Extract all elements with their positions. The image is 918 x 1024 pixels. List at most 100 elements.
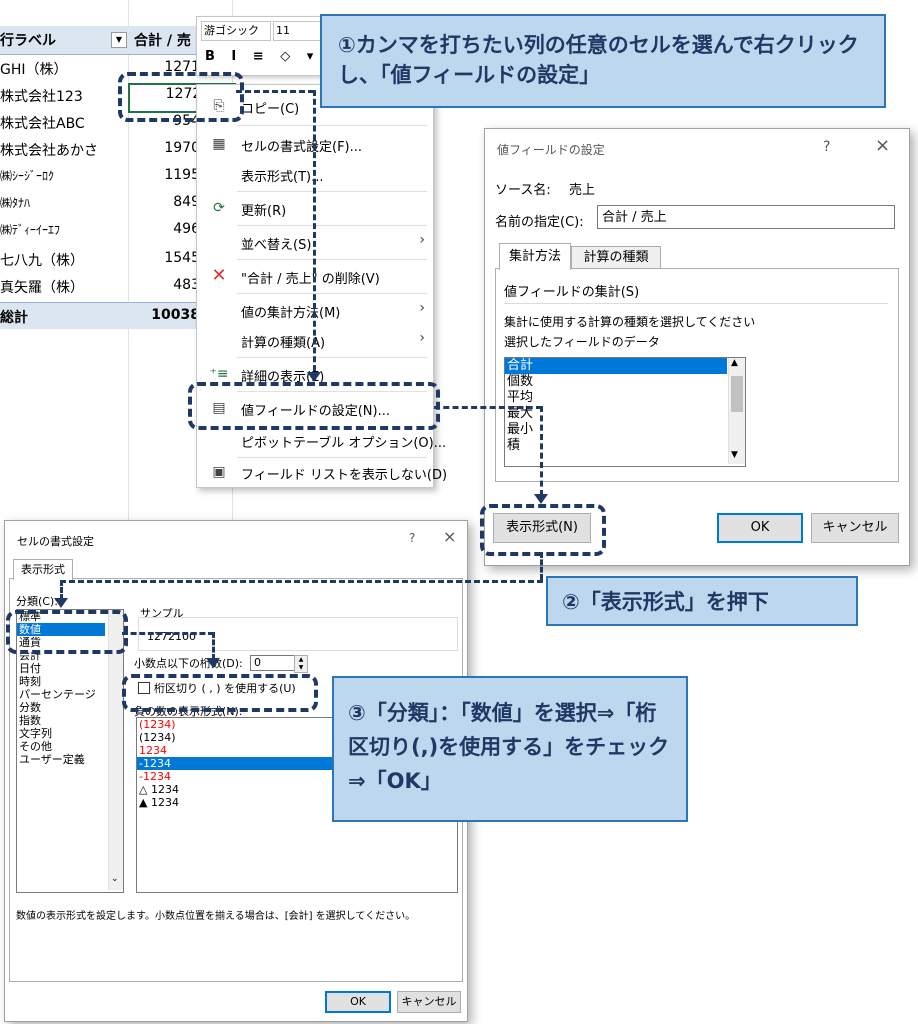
tab-summarize-by[interactable]: 集計方法 [499, 243, 571, 270]
chevron-right-icon: › [419, 300, 425, 316]
desc-text: 集計に使用する計算の種類を選択してください [504, 315, 756, 329]
highlight-selected-cell [118, 72, 244, 122]
connector-line [434, 406, 542, 409]
spin-button-icon[interactable]: ▲ ▼ [294, 655, 308, 673]
format-tools[interactable]: B I ≡ ◇ ▾ [205, 49, 319, 64]
callout-step1: ①カンマを打ちたい列の任意のセルを選んで右クリックし、「値フィールドの設定」 [320, 14, 886, 108]
pivot-total-row: 総計 10038 [0, 302, 200, 329]
menu-label: 更新(R) [241, 204, 287, 219]
pivot-row[interactable]: 七八九（株） 1545 [0, 246, 200, 273]
font-size-box[interactable]: 11 [273, 21, 321, 41]
row-label: 七八九（株） [0, 253, 84, 269]
row-labels-header: 行ラベル [0, 33, 56, 49]
chevron-right-icon: › [419, 330, 425, 346]
row-label: 株式会社あかさ [0, 143, 98, 159]
filter-dropdown-icon[interactable]: ▼ [111, 32, 127, 48]
decimal-places-input[interactable]: 0 [250, 655, 295, 671]
menu-label: ピボットテーブル オプション(O)... [241, 436, 447, 451]
menu-label: コピー(C) [241, 102, 300, 117]
arrow-down-icon [534, 494, 548, 504]
close-icon[interactable]: × [443, 527, 456, 546]
row-value: 1970 [164, 140, 200, 156]
menu-label: フィールド リストを表示しない(D) [241, 468, 448, 483]
pivot-row[interactable]: ㈱ﾀﾅﾊ 849 [0, 190, 200, 217]
description-text: 数値の表示形式を設定します。小数点位置を揃える場合は、[会計] を選択してくださ… [16, 911, 416, 922]
custom-name-input[interactable]: 合計 / 売上 [597, 205, 895, 229]
total-value: 10038 [151, 307, 200, 323]
row-value: 483 [173, 277, 200, 293]
list-item[interactable]: 平均 [505, 390, 745, 406]
menu-item-hide-field-list[interactable]: ▣ フィールド リストを表示しない(D) [197, 457, 447, 487]
menu-separator [237, 191, 427, 192]
connector-line [60, 580, 543, 583]
arrow-down-icon [307, 372, 321, 382]
highlight-number-format-button [480, 504, 606, 556]
row-label: ㈱ﾀﾅﾊ [0, 196, 31, 210]
field-list-icon: ▣ [212, 464, 226, 480]
callout-step3: ③「分類」：「数値」を選択⇒「桁区切り(,)を使用する」をチェック⇒「OK」 [332, 676, 688, 822]
row-value: 1195 [164, 167, 200, 183]
connector-line [313, 90, 316, 380]
sum-header: 合計 / 売 [134, 33, 191, 49]
pivot-row[interactable]: 株式会社あかさ 1970 [0, 136, 200, 163]
highlight-number-category [6, 610, 128, 654]
row-value: 849 [173, 194, 200, 210]
ok-button[interactable]: OK [717, 513, 803, 543]
font-name-box[interactable]: 游ゴシック [201, 21, 271, 41]
dialog-title: セルの書式設定 [17, 535, 94, 548]
pivot-row[interactable]: ㈱ｼｰｼﾞｰﾛｸ 1195 [0, 163, 200, 190]
list-item[interactable]: 個数 [505, 374, 745, 390]
row-label: 株式会社ABC [0, 116, 85, 132]
arrow-down-icon [54, 598, 68, 608]
help-icon[interactable]: ? [823, 139, 830, 155]
total-label: 総計 [0, 310, 28, 326]
section-divider [504, 303, 888, 304]
details-icon: ⁺≡ [209, 366, 229, 382]
cancel-button[interactable]: キャンセル [397, 991, 461, 1013]
highlight-thousands-separator [122, 674, 318, 712]
row-value: 1545 [164, 250, 200, 266]
pivot-row[interactable]: ㈱ﾃﾞｨｰｲｰｴﾌ 496 [0, 217, 200, 244]
arrow-down-icon [206, 658, 220, 668]
highlight-value-field-settings [188, 382, 440, 430]
format-cells-icon: ▦ [212, 136, 226, 152]
tab-panel: 値フィールドの集計(S) 集計に使用する計算の種類を選択してください 選択したフ… [495, 268, 899, 482]
tab-number[interactable]: 表示形式 [13, 559, 73, 580]
connector-line [540, 406, 543, 496]
close-icon[interactable]: × [875, 135, 890, 156]
chevron-right-icon: › [419, 232, 425, 248]
pivot-row[interactable]: 真矢羅（株） 483 [0, 273, 200, 300]
row-label: 真矢羅（株） [0, 280, 84, 296]
scroll-thumb[interactable] [731, 376, 743, 412]
refresh-icon: ⟳ [213, 200, 225, 216]
section-title: 値フィールドの集計(S) [504, 285, 640, 300]
source-label: ソース名: [495, 183, 551, 198]
row-label: GHI（株） [0, 62, 68, 78]
delete-icon: ✕ [211, 265, 227, 286]
pivot-header-row: 行ラベル ▼ 合計 / 売 [0, 26, 200, 55]
list-item[interactable]: 合計 [505, 358, 727, 374]
tab-show-values-as[interactable]: 計算の種類 [571, 246, 661, 269]
row-value: 496 [173, 221, 200, 237]
menu-separator [237, 293, 427, 294]
chevron-up-icon[interactable]: ▲ [731, 358, 738, 368]
row-label: ㈱ﾃﾞｨｰｲｰｴﾌ [0, 223, 61, 237]
dialog-title: 値フィールドの設定 [497, 143, 605, 157]
callout-step2: ②「表示形式」を押下 [546, 576, 858, 626]
category-label: 分類(C): [16, 595, 58, 608]
connector-line [60, 580, 63, 600]
ok-button[interactable]: OK [325, 991, 391, 1013]
connector-line [212, 632, 215, 660]
chevron-down-icon[interactable]: ▼ [731, 450, 738, 460]
menu-separator [237, 125, 427, 126]
help-icon[interactable]: ? [409, 531, 415, 545]
menu-separator [237, 259, 427, 260]
cancel-button[interactable]: キャンセル [811, 513, 899, 543]
connector-line [122, 632, 214, 635]
row-label: 株式会社123 [0, 89, 83, 105]
list-scrollbar[interactable]: ▲ ▼ [728, 358, 745, 464]
row-label: ㈱ｼｰｼﾞｰﾛｸ [0, 169, 55, 183]
chevron-down-icon[interactable]: ⌄ [111, 874, 119, 884]
menu-separator [237, 225, 427, 226]
menu-label: 並べ替え(S) [241, 238, 312, 253]
